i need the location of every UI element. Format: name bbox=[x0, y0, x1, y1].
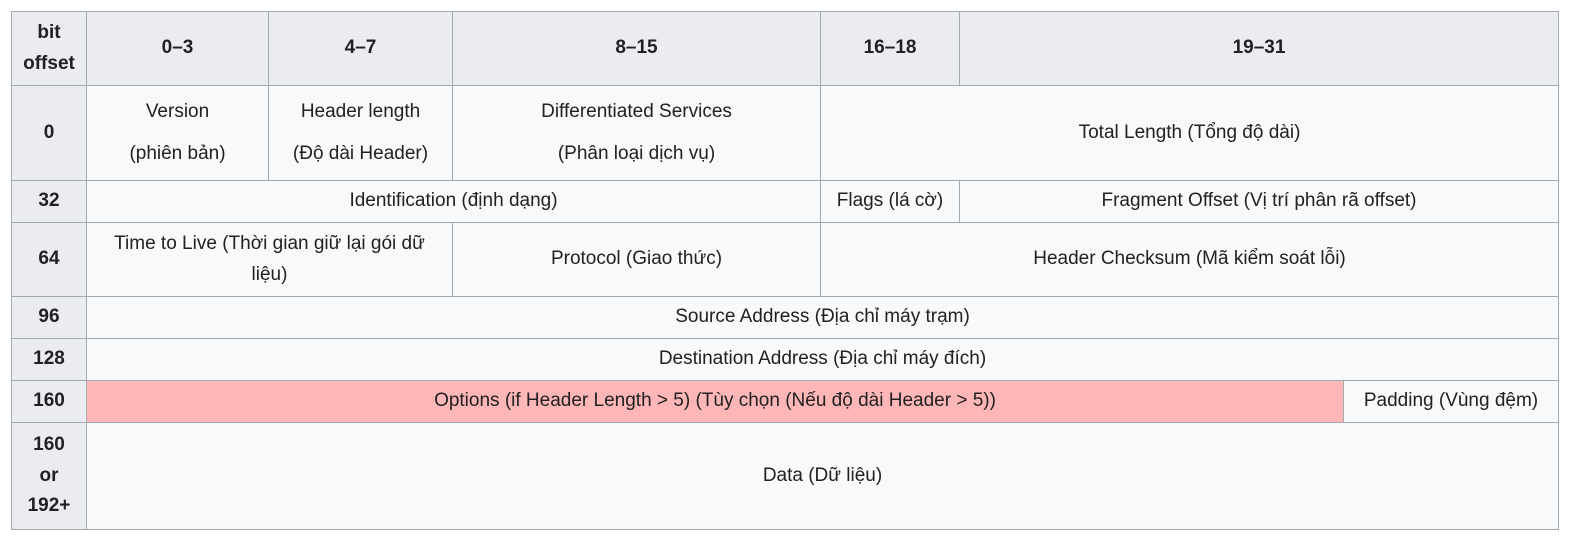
data-cell: Data (Dữ liệu) bbox=[86, 422, 1559, 530]
table-row: 0 Version (phiên bản) Header length (Độ … bbox=[11, 85, 1559, 181]
col-header-16-18: 16–18 bbox=[820, 11, 960, 86]
diff-services-translation: (Phân loại dịch vụ) bbox=[557, 143, 716, 164]
fragment-offset-cell: Fragment Offset (Vị trí phân rã offset) bbox=[959, 180, 1559, 223]
col-header-0-3: 0–3 bbox=[86, 11, 269, 86]
row-offset-160: 160 bbox=[11, 380, 87, 423]
bit-offset-header: bit offset bbox=[11, 11, 87, 86]
version-label: Version bbox=[145, 100, 210, 122]
table-row: 96 Source Address (Địa chỉ máy trạm) bbox=[11, 296, 1559, 339]
table-header-row: bit offset 0–3 4–7 8–15 16–18 19–31 bbox=[11, 11, 1559, 86]
row-offset-32: 32 bbox=[11, 180, 87, 223]
row-offset-data-line1: 160 bbox=[33, 434, 65, 456]
table-row: 160 or 192+ Data (Dữ liệu) bbox=[11, 422, 1559, 530]
diff-services-cell: Differentiated Services (Phân loại dịch … bbox=[452, 85, 821, 181]
header-length-cell: Header length (Độ dài Header) bbox=[268, 85, 453, 181]
header-checksum-cell: Header Checksum (Mã kiểm soát lỗi) bbox=[820, 222, 1559, 297]
row-offset-128: 128 bbox=[11, 338, 87, 381]
header-length-label: Header length bbox=[300, 100, 421, 122]
table-row: 32 Identification (định dạng) Flags (lá … bbox=[11, 180, 1559, 223]
row-offset-data-line2: or bbox=[39, 464, 59, 486]
destination-address-cell: Destination Address (Địa chỉ máy đích) bbox=[86, 338, 1559, 381]
bit-offset-line2: offset bbox=[23, 52, 75, 74]
ipv4-header-table: bit offset 0–3 4–7 8–15 16–18 19–31 0 Ve… bbox=[11, 11, 1559, 530]
col-header-4-7: 4–7 bbox=[268, 11, 453, 86]
ipv4-header-table-wrapper: bit offset 0–3 4–7 8–15 16–18 19–31 0 Ve… bbox=[11, 11, 1559, 530]
row-offset-0: 0 bbox=[11, 85, 87, 181]
header-length-translation: (Độ dài Header) bbox=[292, 143, 429, 164]
version-cell: Version (phiên bản) bbox=[86, 85, 269, 181]
row-offset-64: 64 bbox=[11, 222, 87, 297]
row-offset-data: 160 or 192+ bbox=[11, 422, 87, 530]
col-header-8-15: 8–15 bbox=[452, 11, 821, 86]
table-row: 128 Destination Address (Địa chỉ máy đíc… bbox=[11, 338, 1559, 381]
diff-services-label: Differentiated Services bbox=[541, 100, 732, 122]
bit-offset-line1: bit bbox=[37, 22, 61, 44]
source-address-cell: Source Address (Địa chỉ máy trạm) bbox=[86, 296, 1559, 339]
flags-cell: Flags (lá cờ) bbox=[820, 180, 960, 223]
identification-cell: Identification (định dạng) bbox=[86, 180, 821, 223]
total-length-cell: Total Length (Tổng độ dài) bbox=[820, 85, 1559, 181]
col-header-19-31: 19–31 bbox=[959, 11, 1559, 86]
row-offset-data-line3: 192+ bbox=[27, 495, 71, 517]
table-row: 64 Time to Live (Thời gian giữ lại gói d… bbox=[11, 222, 1559, 297]
protocol-cell: Protocol (Giao thức) bbox=[452, 222, 821, 297]
options-cell: Options (if Header Length > 5) (Tùy chọn… bbox=[86, 380, 1344, 423]
row-offset-96: 96 bbox=[11, 296, 87, 339]
ttl-cell: Time to Live (Thời gian giữ lại gói dữ l… bbox=[86, 222, 453, 297]
table-row: 160 Options (if Header Length > 5) (Tùy … bbox=[11, 380, 1559, 423]
version-translation: (phiên bản) bbox=[129, 143, 226, 164]
padding-cell: Padding (Vùng đệm) bbox=[1343, 380, 1559, 423]
